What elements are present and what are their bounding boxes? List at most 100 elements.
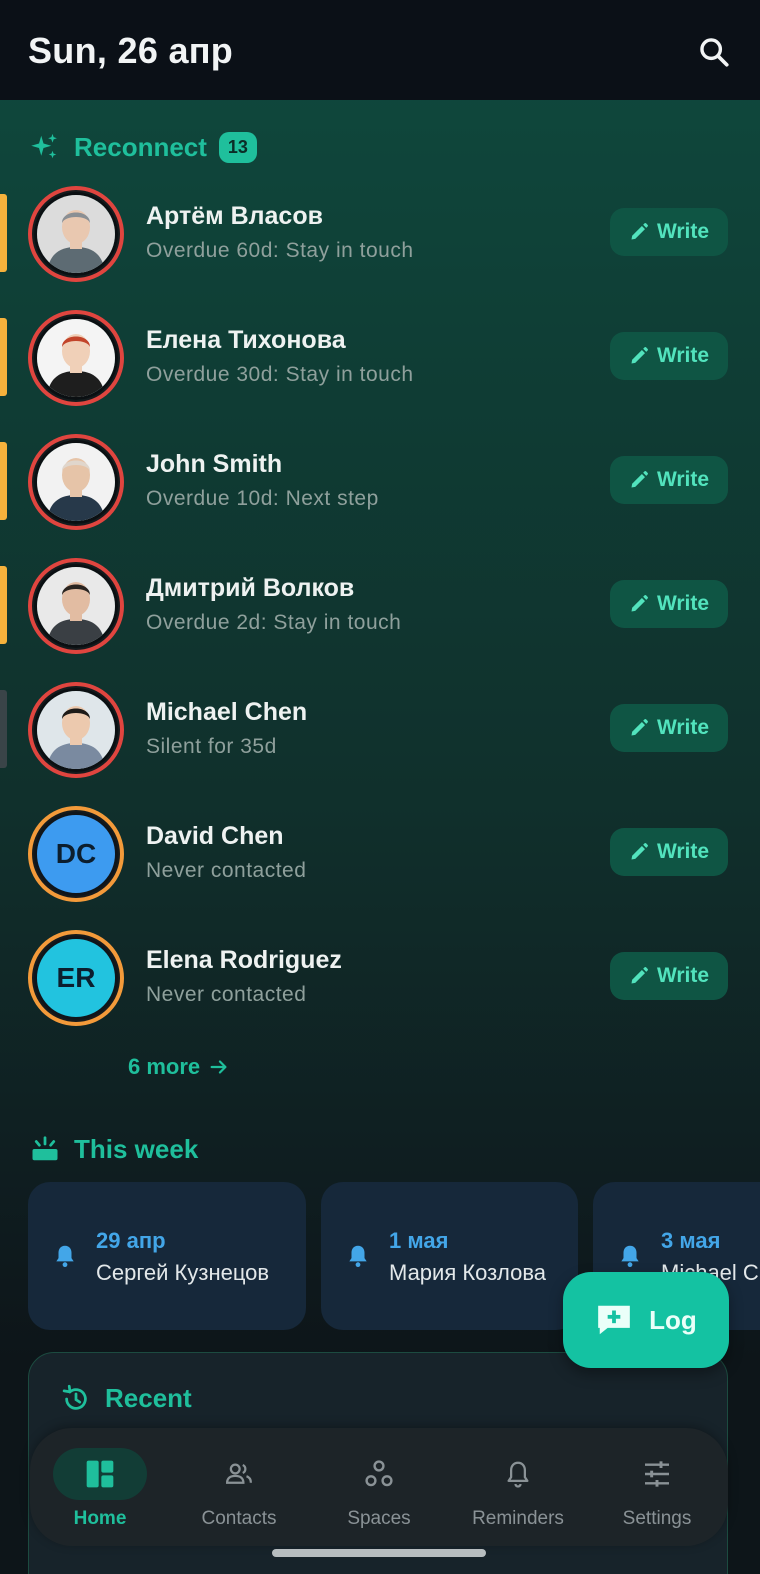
sliders-icon (610, 1448, 704, 1500)
avatar[interactable]: DC (28, 806, 124, 902)
reminder-date: 3 мая (661, 1228, 721, 1253)
reminder-name: Сергей Кузнецов (96, 1260, 270, 1285)
contact-row[interactable]: ER Elena Rodriguez Never contacted Write (0, 930, 760, 1054)
write-button-label: Write (656, 716, 710, 739)
pencil-icon (631, 843, 648, 860)
nav-settings-label: Settings (622, 1508, 692, 1529)
overdue-stripe (0, 566, 7, 644)
this-week-header: This week (28, 1132, 198, 1166)
pencil-icon (631, 719, 648, 736)
write-button-label: Write (656, 344, 710, 367)
more-contacts-link[interactable]: 6 more (128, 1054, 230, 1080)
reminder-name: Мария Козлова (389, 1260, 546, 1285)
avatar-photo (34, 316, 118, 400)
contact-name: Артём Власов (146, 202, 323, 230)
contact-status: Never contacted (146, 859, 307, 882)
overdue-stripe (0, 442, 7, 520)
nav-reminders-label: Reminders (472, 1508, 564, 1529)
pencil-icon (631, 471, 648, 488)
write-button[interactable]: Write (610, 208, 728, 256)
write-button-label: Write (656, 220, 710, 243)
nav-settings[interactable]: Settings (587, 1428, 727, 1546)
reconnect-header: Reconnect 13 (28, 130, 257, 164)
silent-stripe (0, 690, 7, 768)
nav-spaces-label: Spaces (347, 1508, 411, 1529)
pencil-icon (631, 347, 648, 364)
avatar-initials: ER (34, 936, 118, 1020)
contact-status: Overdue 2d: Stay in touch (146, 611, 402, 634)
reminder-date: 1 мая (389, 1228, 449, 1253)
write-button-label: Write (656, 840, 710, 863)
reminder-card[interactable]: 29 апр Сергей Кузнецов (28, 1182, 306, 1330)
nav-contacts[interactable]: Contacts (169, 1428, 309, 1546)
avatar-photo (34, 564, 118, 648)
sparkle-icon (28, 130, 62, 164)
dashboard-icon (53, 1448, 147, 1500)
overdue-stripe (0, 318, 7, 396)
write-button[interactable]: Write (610, 456, 728, 504)
log-fab-label: Log (649, 1304, 697, 1335)
write-button[interactable]: Write (610, 332, 728, 380)
contact-status: Overdue 30d: Stay in touch (146, 363, 414, 386)
avatar[interactable] (28, 558, 124, 654)
write-button[interactable]: Write (610, 952, 728, 1000)
more-link-label: 6 more (128, 1054, 201, 1079)
nav-home[interactable]: Home (30, 1428, 170, 1546)
people-icon (192, 1448, 286, 1500)
contact-row[interactable]: Michael Chen Silent for 35d Write (0, 682, 760, 806)
search-button[interactable] (690, 28, 738, 76)
log-fab-button[interactable]: Log (563, 1272, 729, 1368)
contact-status: Overdue 10d: Next step (146, 487, 379, 510)
avatar[interactable] (28, 682, 124, 778)
pencil-icon (631, 967, 648, 984)
pencil-icon (631, 223, 648, 240)
reminder-card[interactable]: 1 мая Мария Козлова (321, 1182, 578, 1330)
nav-reminders[interactable]: Reminders (448, 1428, 588, 1546)
this-week-title: This week (74, 1133, 199, 1164)
nav-home-label: Home (73, 1508, 127, 1529)
contact-status: Silent for 35d (146, 735, 277, 758)
contact-name: Elena Rodriguez (146, 946, 342, 974)
write-button[interactable]: Write (610, 580, 728, 628)
recent-header: Recent (61, 1383, 192, 1414)
contact-row[interactable]: John Smith Overdue 10d: Next step Write (0, 434, 760, 558)
overdue-stripe (0, 194, 7, 272)
bottom-navigation: Home Contacts Spaces Reminders Settings (30, 1428, 728, 1546)
arrow-right-icon (210, 1060, 227, 1074)
bell-icon (471, 1448, 565, 1500)
home-indicator[interactable] (272, 1549, 486, 1557)
write-button[interactable]: Write (610, 828, 728, 876)
reminder-date: 29 апр (96, 1228, 166, 1253)
avatar-photo (34, 440, 118, 524)
contact-name: Елена Тихонова (146, 326, 346, 354)
bell-icon (621, 1245, 639, 1268)
nav-spaces[interactable]: Spaces (309, 1428, 449, 1546)
reconnect-count-badge: 13 (218, 131, 257, 163)
top-app-bar: Sun, 26 апр (0, 0, 760, 100)
avatar[interactable] (28, 434, 124, 530)
write-button-label: Write (656, 964, 710, 987)
contact-name: John Smith (146, 450, 283, 478)
contact-status: Overdue 60d: Stay in touch (146, 239, 414, 262)
contact-name: Michael Chen (146, 698, 308, 726)
contact-name: David Chen (146, 822, 284, 850)
nav-contacts-label: Contacts (201, 1508, 277, 1529)
reconnect-title: Reconnect (74, 131, 207, 162)
spaces-icon (332, 1448, 426, 1500)
avatar-photo (34, 192, 118, 276)
write-button[interactable]: Write (610, 704, 728, 752)
write-button-label: Write (656, 592, 710, 615)
avatar[interactable] (28, 310, 124, 406)
avatar[interactable] (28, 186, 124, 282)
bell-icon (349, 1245, 367, 1268)
add-comment-icon (598, 1305, 631, 1335)
avatar[interactable]: ER (28, 930, 124, 1026)
avatar-photo (34, 688, 118, 772)
contact-row[interactable]: DC David Chen Never contacted Write (0, 806, 760, 930)
contact-row[interactable]: Елена Тихонова Overdue 30d: Stay in touch… (0, 310, 760, 434)
search-icon (700, 38, 729, 67)
contact-status: Never contacted (146, 983, 307, 1006)
contact-row[interactable]: Дмитрий Волков Overdue 2d: Stay in touch W… (0, 558, 760, 682)
write-button-label: Write (656, 468, 710, 491)
contact-row[interactable]: Артём Власов Overdue 60d: Stay in touch Wr… (0, 186, 760, 310)
